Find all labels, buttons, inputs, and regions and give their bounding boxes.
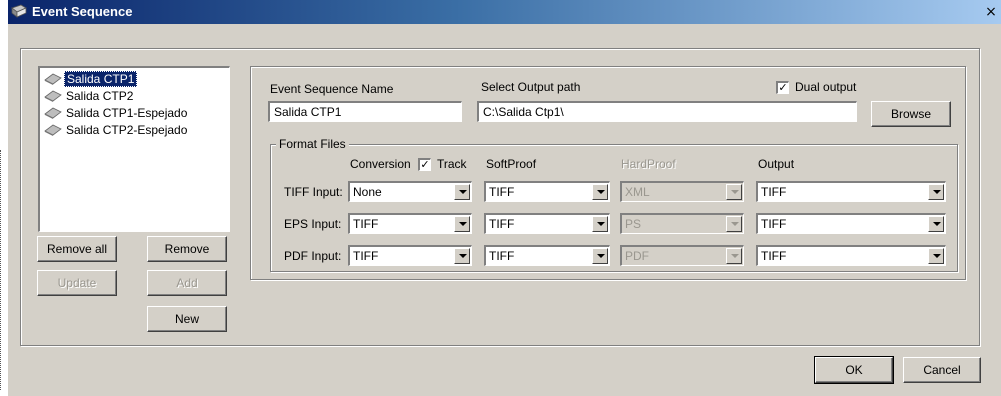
tiff-conversion-select[interactable]: None <box>348 181 472 202</box>
remove-all-button[interactable]: Remove all <box>37 236 117 262</box>
dual-output-checkbox[interactable]: ✓ <box>776 81 789 94</box>
title-bar[interactable]: Event Sequence × <box>8 0 1001 24</box>
select-value: TIFF <box>353 217 379 231</box>
select-value: TIFF <box>761 249 787 263</box>
dual-output-label: Dual output <box>795 80 857 94</box>
chevron-down-icon <box>726 216 742 232</box>
chevron-down-icon[interactable] <box>928 184 944 200</box>
softproof-header: SoftProof <box>486 157 537 171</box>
chevron-down-icon[interactable] <box>592 184 608 200</box>
select-value: None <box>353 185 382 199</box>
output-path-label: Select Output path <box>481 80 581 94</box>
chevron-down-icon[interactable] <box>928 216 944 232</box>
chevron-down-icon <box>726 248 742 264</box>
select-value: TIFF <box>489 217 515 231</box>
output-header: Output <box>758 157 795 171</box>
event-sequence-name-input[interactable]: Salida CTP1 <box>268 101 462 122</box>
select-value: TIFF <box>761 185 787 199</box>
ctp-output-icon <box>44 124 62 136</box>
select-value: XML <box>625 185 650 199</box>
pdf-output-select[interactable]: TIFF <box>756 245 946 266</box>
chevron-down-icon[interactable] <box>592 248 608 264</box>
list-item[interactable]: Salida CTP1-Espejado <box>44 105 189 121</box>
list-item-label: Salida CTP2 <box>66 89 134 103</box>
ctp-output-icon <box>44 73 62 85</box>
update-button[interactable]: Update <box>37 270 117 296</box>
select-value: PS <box>625 217 642 231</box>
select-value: TIFF <box>353 249 379 263</box>
list-item-label: Salida CTP2-Espejado <box>66 123 188 137</box>
select-value: TIFF <box>489 185 515 199</box>
select-value: TIFF <box>761 217 787 231</box>
pdf-conversion-select[interactable]: TIFF <box>348 245 472 266</box>
pdf-input-label: PDF Input: <box>284 249 342 263</box>
left-edge-dotted-line <box>0 150 2 390</box>
output-path-input[interactable]: C:\Salida Ctp1\ <box>477 101 857 122</box>
list-item-label: Salida CTP1 <box>64 71 138 87</box>
browse-button[interactable]: Browse <box>871 101 951 127</box>
cancel-button[interactable]: Cancel <box>903 357 981 383</box>
event-sequence-name-label: Event Sequence Name <box>270 82 394 96</box>
list-item[interactable]: Salida CTP1 <box>44 71 138 87</box>
event-sequence-list[interactable]: Salida CTP1 Salida CTP2 Salida CTP1-Espe… <box>38 66 230 232</box>
tiff-output-select[interactable]: TIFF <box>756 181 946 202</box>
chevron-down-icon <box>726 184 742 200</box>
pdf-softproof-select[interactable]: TIFF <box>484 245 610 266</box>
ctp-output-icon <box>44 90 62 102</box>
tiff-softproof-select[interactable]: TIFF <box>484 181 610 202</box>
add-button[interactable]: Add <box>147 270 227 296</box>
select-value: PDF <box>625 249 649 263</box>
eps-conversion-select[interactable]: TIFF <box>348 213 472 234</box>
eps-hardproof-select: PS <box>620 213 744 234</box>
eps-output-select[interactable]: TIFF <box>756 213 946 234</box>
ok-button[interactable]: OK <box>814 356 894 384</box>
list-item-label: Salida CTP1-Espejado <box>66 106 188 120</box>
chevron-down-icon[interactable] <box>928 248 944 264</box>
format-files-legend: Format Files <box>276 137 349 151</box>
close-icon[interactable]: × <box>983 5 999 20</box>
chevron-down-icon[interactable] <box>454 248 470 264</box>
app-icon <box>11 4 27 18</box>
hardproof-header: HardProof <box>621 157 676 171</box>
list-item[interactable]: Salida CTP2 <box>44 88 135 104</box>
tiff-input-label: TIFF Input: <box>284 185 343 199</box>
track-checkbox[interactable]: ✓ <box>418 158 431 171</box>
chevron-down-icon[interactable] <box>454 184 470 200</box>
pdf-hardproof-select: PDF <box>620 245 744 266</box>
chevron-down-icon[interactable] <box>592 216 608 232</box>
window-title: Event Sequence <box>32 4 133 19</box>
remove-button[interactable]: Remove <box>147 236 227 262</box>
select-value: TIFF <box>489 249 515 263</box>
new-button[interactable]: New <box>147 306 227 332</box>
conversion-header: Conversion <box>350 157 411 171</box>
tiff-hardproof-select: XML <box>620 181 744 202</box>
eps-input-label: EPS Input: <box>284 217 342 231</box>
list-item[interactable]: Salida CTP2-Espejado <box>44 122 189 138</box>
ctp-output-icon <box>44 107 62 119</box>
eps-softproof-select[interactable]: TIFF <box>484 213 610 234</box>
track-label: Track <box>437 157 467 171</box>
chevron-down-icon[interactable] <box>454 216 470 232</box>
